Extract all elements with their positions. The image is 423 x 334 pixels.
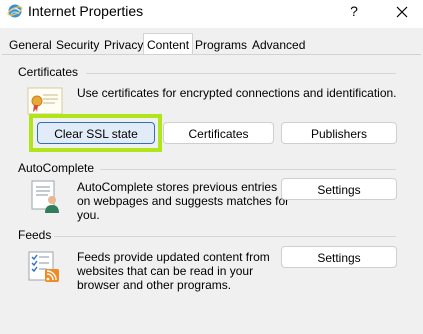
tab-general[interactable]: General [7, 37, 54, 53]
feeds-description-line1: Feeds provide updated content from [77, 250, 270, 264]
autocomplete-section-title: AutoComplete [18, 161, 95, 175]
window-title: Internet Properties [28, 3, 144, 19]
help-button[interactable]: ? [340, 0, 368, 24]
certificates-section-title: Certificates [18, 65, 79, 79]
clear-ssl-state-button[interactable]: Clear SSL state [37, 122, 155, 144]
publishers-button[interactable]: Publishers [281, 122, 397, 144]
feeds-section-title: Feeds [18, 228, 52, 242]
tab-advanced[interactable]: Advanced [250, 37, 307, 53]
tab-security[interactable]: Security [54, 37, 101, 53]
autocomplete-divider [100, 169, 396, 170]
tab-privacy[interactable]: Privacy [102, 37, 145, 53]
autocomplete-description-line3: you. [77, 208, 100, 222]
tab-programs[interactable]: Programs [193, 37, 249, 53]
feeds-settings-button[interactable]: Settings [281, 246, 397, 268]
autocomplete-icon [31, 180, 59, 213]
autocomplete-settings-button[interactable]: Settings [281, 178, 397, 200]
autocomplete-description-line2: on webpages and suggests matches for [77, 194, 290, 208]
certificate-icon [27, 87, 63, 115]
internet-explorer-icon [7, 4, 23, 18]
feeds-description-line3: browser and other programs. [77, 278, 232, 292]
feeds-icon [28, 251, 59, 282]
autocomplete-description-line1: AutoComplete stores previous entries [77, 180, 278, 194]
feeds-description-line2: websites that can be read in your [77, 264, 254, 278]
close-button[interactable] [388, 0, 416, 24]
tab-content[interactable]: Content [145, 37, 191, 53]
certificates-description: Use certificates for encrypted connectio… [77, 86, 397, 100]
certificates-divider [86, 73, 396, 74]
certificates-button[interactable]: Certificates [163, 122, 274, 144]
title-bar: Internet Properties ? [0, 0, 423, 28]
feeds-divider [54, 236, 396, 237]
close-icon [396, 6, 408, 18]
